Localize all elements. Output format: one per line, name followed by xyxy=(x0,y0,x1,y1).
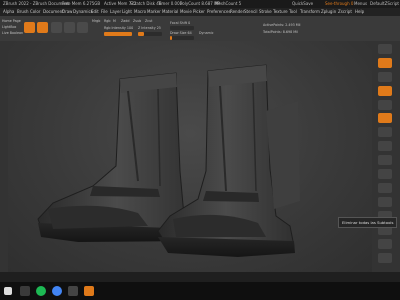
scale-button[interactable] xyxy=(64,22,75,33)
menu-preferences[interactable]: Preferences xyxy=(207,8,231,16)
quicksave-button[interactable]: QuickSave xyxy=(292,0,313,8)
focal-shift-label: Focal Shift 0 xyxy=(170,21,191,25)
menu-stencil[interactable]: Stencil xyxy=(244,8,258,16)
draw-size-slider[interactable] xyxy=(170,36,194,40)
menu-color[interactable]: Color xyxy=(30,8,40,16)
menu-zscript[interactable]: Zscript xyxy=(338,8,352,16)
draw-button[interactable] xyxy=(37,22,48,33)
total-points-readout: TotalPoints: 8.698 Mil xyxy=(263,30,298,34)
spotify-icon[interactable] xyxy=(36,286,46,296)
frame-button[interactable] xyxy=(378,169,392,179)
menu-tool[interactable]: Tool xyxy=(289,8,297,16)
rgb-intensity-slider[interactable] xyxy=(104,32,132,36)
menu-document[interactable]: Document xyxy=(43,8,64,16)
menu-alpha[interactable]: Alpha xyxy=(3,8,14,16)
rgb-intensity-label: Rgb Intensity 100 xyxy=(104,26,134,30)
status-free-mem: Free Mem 6.275GB xyxy=(62,1,101,6)
menu-render[interactable]: Render xyxy=(230,8,244,16)
spix-button[interactable] xyxy=(378,58,392,68)
zoom-button[interactable] xyxy=(378,86,392,96)
menu-texture[interactable]: Texture xyxy=(273,8,288,16)
scroll-button[interactable] xyxy=(378,72,392,82)
mrgb-button[interactable]: Mrgb xyxy=(92,19,100,23)
status-meshcount: MeshCount 5 xyxy=(215,1,242,6)
edit-button[interactable] xyxy=(24,22,35,33)
search-icon[interactable] xyxy=(20,286,30,296)
menu-stroke[interactable]: Stroke xyxy=(259,8,272,16)
z-intensity-slider[interactable] xyxy=(138,32,162,36)
aahalf-button[interactable] xyxy=(378,113,392,123)
menu-edit[interactable]: Edit xyxy=(91,8,99,16)
scale-view-button[interactable] xyxy=(378,197,392,207)
menu-picker[interactable]: Picker xyxy=(193,8,205,16)
m-button[interactable]: M xyxy=(113,19,116,23)
bottom-shelf xyxy=(0,272,400,282)
app-title: ZBrush 2022 - ZBrush Document xyxy=(3,1,69,6)
zsub-button[interactable]: Zsub xyxy=(133,19,141,23)
canvas-viewport[interactable] xyxy=(8,41,372,272)
status-polycount: PolyCount 8.687 MP xyxy=(180,1,220,6)
dynamic-button[interactable]: Dynamic xyxy=(199,31,214,35)
menu-help[interactable]: Help xyxy=(355,8,364,16)
z-intensity-label: Z Intensity 25 xyxy=(138,26,161,30)
left-shelf xyxy=(0,41,8,272)
menu-movie[interactable]: Movie xyxy=(180,8,192,16)
active-points-readout: ActivePoints: 2.493 Mil xyxy=(263,23,301,27)
floor-button[interactable] xyxy=(378,141,392,151)
menu-transform[interactable]: Transform xyxy=(300,8,320,16)
draw-size-label: Draw Size 64 xyxy=(170,31,192,35)
local-button[interactable] xyxy=(378,155,392,165)
start-icon[interactable] xyxy=(4,287,12,295)
rotate-button[interactable] xyxy=(77,22,88,33)
title-bar: ZBrush 2022 - ZBrush Document Free Mem 6… xyxy=(0,0,400,8)
menu-layer[interactable]: Layer xyxy=(110,8,121,16)
transp-button[interactable] xyxy=(378,239,392,249)
menu-brush[interactable]: Brush xyxy=(17,8,29,16)
menu-material[interactable]: Material xyxy=(162,8,178,16)
menu-light[interactable]: Light xyxy=(122,8,132,16)
menus-toggle[interactable]: Menus xyxy=(354,0,367,8)
move-button[interactable] xyxy=(51,22,62,33)
menu-draw[interactable]: Draw xyxy=(62,8,72,16)
move-view-button[interactable] xyxy=(378,183,392,193)
zadd-button[interactable]: Zadd xyxy=(121,19,129,23)
persp-button[interactable] xyxy=(378,127,392,137)
bpr-button[interactable] xyxy=(378,44,392,54)
lightbox-button[interactable]: LightBox xyxy=(2,25,16,29)
menu-macro[interactable]: Macro xyxy=(134,8,146,16)
menu-file[interactable]: File xyxy=(101,8,108,16)
status-scratch: Scratch Disk 48 xyxy=(130,1,162,6)
menu-bar: Alpha Brush Color Document Draw Dynamics… xyxy=(0,8,400,16)
actual-button[interactable] xyxy=(378,100,392,110)
see-through-slider[interactable]: See-through 0 xyxy=(325,0,353,8)
script-label: DefaultZScript xyxy=(370,1,399,6)
zcut-button[interactable]: Zcut xyxy=(145,19,152,23)
rgb-button[interactable]: Rgb xyxy=(104,19,110,23)
boots-model xyxy=(37,64,300,257)
top-toolbar: Home Page LightBox Live Boolean Mrgb Rgb… xyxy=(0,16,400,42)
zbrush-icon[interactable] xyxy=(84,286,94,296)
focal-shift-slider[interactable] xyxy=(170,26,194,30)
menu-zplugin[interactable]: Zplugin xyxy=(321,8,336,16)
live-boolean-button[interactable]: Live Boolean xyxy=(2,31,23,35)
home-page-button[interactable]: Home Page xyxy=(2,19,21,23)
tooltip: Eliminar todas las Subtools xyxy=(338,217,398,228)
menu-dynamics[interactable]: Dynamics xyxy=(73,8,93,16)
status-timer: Timer 0.001 xyxy=(158,1,183,6)
solo-button[interactable] xyxy=(378,253,392,263)
app-icon[interactable] xyxy=(68,286,78,296)
chrome-icon[interactable] xyxy=(52,286,62,296)
menu-marker[interactable]: Marker xyxy=(147,8,161,16)
